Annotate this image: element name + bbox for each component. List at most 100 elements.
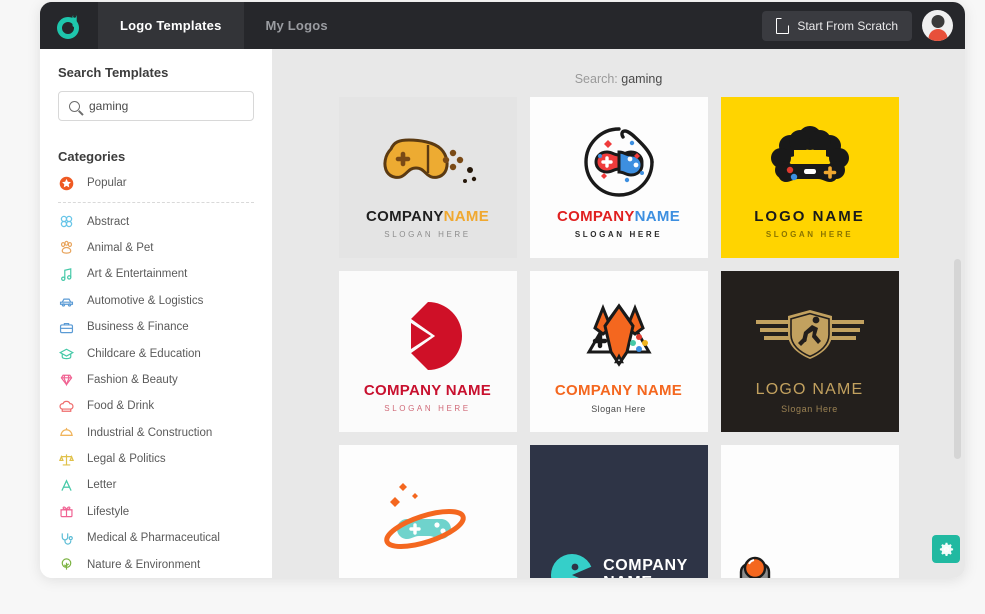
logo-artwork-pacman-pixel: COMPANY NAME bbox=[549, 552, 688, 578]
logo-title: COMPANYNAME bbox=[366, 208, 489, 225]
template-card[interactable]: COMPANY NAME Slogan Here bbox=[529, 271, 708, 432]
sidebar-item-letter-label: Letter bbox=[87, 479, 117, 492]
sidebar-item-lifestyle-label: Lifestyle bbox=[87, 505, 130, 518]
page-icon bbox=[776, 16, 790, 34]
search-result-prefix: Search: bbox=[574, 72, 618, 86]
sidebar-item-nature-environment[interactable]: Nature & Environment bbox=[58, 551, 254, 577]
logo-artwork-gray-person-joystick: LOGO NAME bbox=[729, 550, 890, 578]
sidebar-item-food-drink-label: Food & Drink bbox=[87, 400, 155, 413]
paw-icon bbox=[60, 241, 73, 255]
logo-mark-icon bbox=[57, 14, 79, 39]
start-from-scratch-label: Start From Scratch bbox=[797, 18, 898, 33]
template-card[interactable]: LOGO NAME Slogan Here bbox=[720, 271, 899, 432]
tree-icon bbox=[61, 558, 72, 570]
sidebar-item-popular[interactable]: Popular bbox=[58, 170, 254, 196]
sidebar-item-business-finance-label: Business & Finance bbox=[87, 321, 189, 334]
template-card[interactable]: COMPANYNAME SLOGAN HERE bbox=[338, 97, 517, 258]
logo-title: COMPANYNAME bbox=[557, 208, 680, 225]
sidebar-item-childcare-education[interactable]: Childcare & Education bbox=[58, 340, 254, 366]
diamond-icon bbox=[60, 375, 73, 387]
gear-icon bbox=[939, 542, 953, 556]
sidebar-item-legal-politics-label: Legal & Politics bbox=[87, 453, 166, 466]
sidebar-item-letter[interactable]: Letter bbox=[58, 472, 254, 498]
chef-hat-icon bbox=[59, 400, 74, 412]
search-icon bbox=[69, 100, 80, 112]
logo-artwork-afro-gamepad bbox=[721, 116, 899, 208]
sidebar-item-animal-pet[interactable]: Animal & Pet bbox=[58, 235, 254, 261]
hard-hat-icon bbox=[60, 428, 73, 437]
sidebar-item-popular-label: Popular bbox=[87, 177, 127, 190]
graduation-cap-icon bbox=[58, 348, 75, 360]
tab-my-logos[interactable]: My Logos bbox=[244, 2, 350, 49]
sidebar-item-childcare-education-label: Childcare & Education bbox=[87, 347, 201, 360]
logo-artwork-gold-gamepad bbox=[339, 116, 517, 208]
search-templates-title: Search Templates bbox=[58, 65, 169, 80]
gift-icon bbox=[60, 506, 73, 518]
template-card[interactable]: COMPANYNAME SLOGAN HERE bbox=[529, 97, 708, 258]
logo-slogan: SLOGAN HERE bbox=[384, 230, 471, 239]
template-card[interactable]: LOGO NAME bbox=[720, 445, 899, 578]
logo-title-primary: COMPANY bbox=[365, 208, 444, 225]
sidebar-item-medical-pharmaceutical[interactable]: Medical & Pharmaceutical bbox=[58, 525, 254, 551]
sidebar-item-fashion-beauty[interactable]: Fashion & Beauty bbox=[58, 367, 254, 393]
sidebar-item-abstract-label: Abstract bbox=[87, 215, 130, 228]
scales-icon bbox=[58, 453, 75, 466]
logo-artwork-teal-gamepad-orbit bbox=[339, 479, 517, 549]
tab-logo-templates[interactable]: Logo Templates bbox=[98, 2, 244, 49]
sidebar-item-art-entertainment-label: Art & Entertainment bbox=[87, 268, 188, 281]
sidebar-item-medical-pharmaceutical-label: Medical & Pharmaceutical bbox=[87, 532, 220, 545]
sidebar-item-business-finance[interactable]: Business & Finance bbox=[58, 314, 254, 340]
template-card[interactable]: COMPANY NAME bbox=[529, 445, 708, 578]
categories-title: Categories bbox=[58, 149, 126, 164]
start-from-scratch-button[interactable]: Start From Scratch bbox=[762, 10, 912, 41]
sidebar-separator bbox=[58, 202, 254, 204]
logo-title-primary: COMPANY bbox=[556, 208, 635, 225]
search-box[interactable] bbox=[58, 91, 254, 121]
star-badge-icon bbox=[59, 176, 74, 190]
logo-slogan: Slogan Here bbox=[591, 403, 646, 414]
sidebar-item-abstract[interactable]: Abstract bbox=[58, 208, 254, 234]
sidebar: Search Templates Categories Popular Abst… bbox=[40, 49, 272, 578]
template-card[interactable]: COMPANY NAME SLOGAN HERE bbox=[338, 271, 517, 432]
tab-my-logos-label: My Logos bbox=[265, 18, 328, 33]
sidebar-item-automotive-logistics-label: Automotive & Logistics bbox=[87, 294, 204, 307]
header-actions: Start From Scratch bbox=[762, 2, 965, 49]
logo-slogan: SLOGAN HERE bbox=[384, 404, 471, 413]
logo-title: LOGO NAME bbox=[755, 381, 864, 398]
brand-logo[interactable] bbox=[40, 2, 98, 49]
app-header: Logo Templates My Logos Start From Scrat… bbox=[40, 2, 965, 49]
logo-title-secondary: NAME bbox=[603, 574, 688, 578]
sidebar-item-legal-politics[interactable]: Legal & Politics bbox=[58, 446, 254, 472]
search-result-heading: Search: gaming bbox=[272, 49, 965, 97]
sidebar-item-food-drink[interactable]: Food & Drink bbox=[58, 393, 254, 419]
avatar[interactable] bbox=[922, 10, 953, 41]
sidebar-item-art-entertainment[interactable]: Art & Entertainment bbox=[58, 261, 254, 287]
logo-artwork-circle-gamepad bbox=[530, 116, 708, 208]
settings-fab-button[interactable] bbox=[932, 535, 960, 563]
vertical-scrollbar[interactable] bbox=[954, 259, 961, 459]
sidebar-item-fashion-beauty-label: Fashion & Beauty bbox=[87, 373, 178, 386]
logo-slogan: SLOGAN HERE bbox=[574, 230, 663, 239]
search-result-term: gaming bbox=[621, 72, 663, 86]
logo-artwork-gold-shield-runner bbox=[721, 289, 899, 381]
sidebar-item-lifestyle[interactable]: Lifestyle bbox=[58, 499, 254, 525]
templates-panel: Search: gaming COMPANYNAME SLOGAN HERE C… bbox=[272, 49, 965, 578]
logo-slogan: SLOGAN HERE bbox=[765, 230, 854, 239]
sidebar-item-industrial-construction-label: Industrial & Construction bbox=[87, 426, 213, 439]
search-input[interactable] bbox=[89, 99, 243, 113]
logo-title-primary: COMPANY bbox=[603, 557, 688, 575]
sidebar-item-nature-environment-label: Nature & Environment bbox=[87, 558, 201, 571]
briefcase-icon bbox=[59, 322, 74, 333]
sidebar-item-animal-pet-label: Animal & Pet bbox=[87, 241, 154, 254]
app-window: Logo Templates My Logos Start From Scrat… bbox=[40, 2, 965, 578]
abstract-icon bbox=[60, 215, 73, 228]
sidebar-item-automotive-logistics[interactable]: Automotive & Logistics bbox=[58, 288, 254, 314]
stethoscope-icon bbox=[61, 533, 73, 545]
logo-artwork-fox-gamepad bbox=[530, 290, 708, 382]
music-note-icon bbox=[61, 268, 72, 281]
avatar-head bbox=[931, 15, 944, 28]
sidebar-item-industrial-construction[interactable]: Industrial & Construction bbox=[58, 420, 254, 446]
logo-slogan: Slogan Here bbox=[781, 404, 838, 414]
template-card[interactable]: LOGO NAME SLOGAN HERE bbox=[720, 97, 899, 258]
template-card[interactable] bbox=[338, 445, 517, 578]
